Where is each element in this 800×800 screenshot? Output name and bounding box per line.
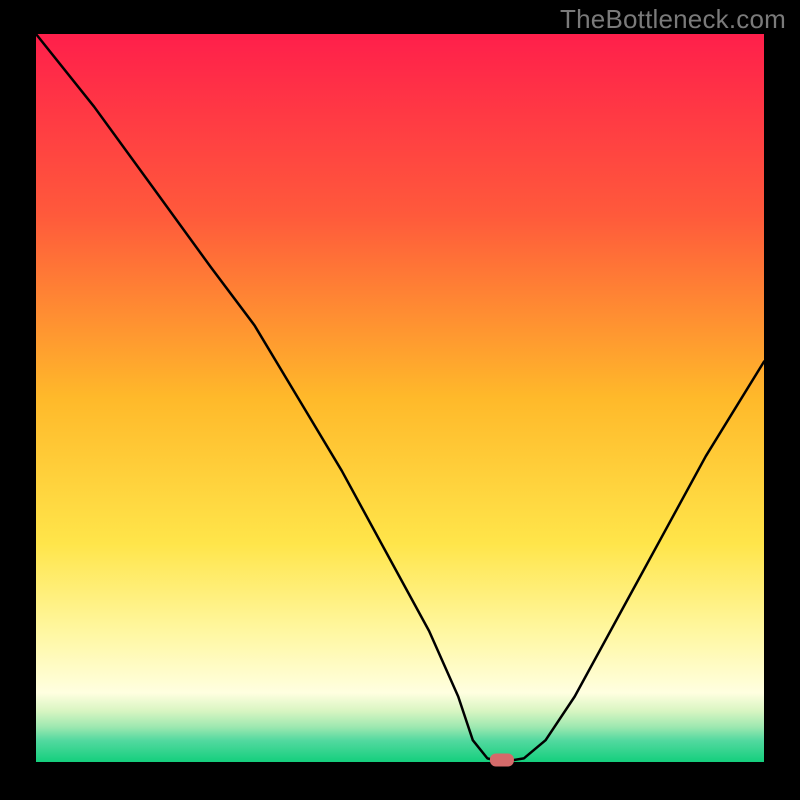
optimal-marker — [490, 754, 514, 767]
plot-area — [36, 34, 764, 762]
bottleneck-chart — [0, 0, 800, 800]
watermark-text: TheBottleneck.com — [560, 4, 786, 35]
